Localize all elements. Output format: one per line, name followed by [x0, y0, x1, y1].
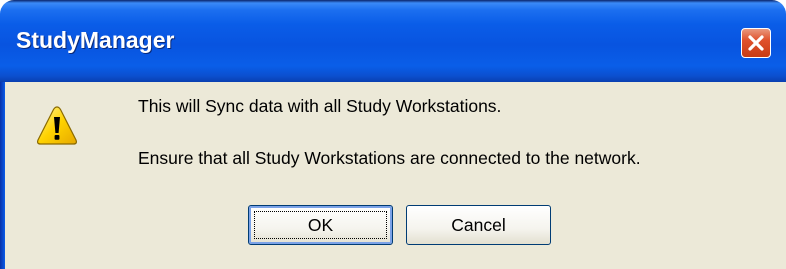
- message-dialog: StudyManager This will Sync data with al…: [0, 0, 786, 269]
- dialog-body: This will Sync data with all Study Works…: [5, 82, 786, 269]
- window-title: StudyManager: [16, 27, 175, 53]
- ok-button[interactable]: OK: [248, 205, 393, 245]
- warning-icon: [36, 106, 78, 145]
- close-button[interactable]: [741, 28, 771, 58]
- message-line-2: Ensure that all Study Workstations are c…: [138, 148, 641, 168]
- message-line-1: This will Sync data with all Study Works…: [138, 96, 502, 116]
- close-icon: [748, 35, 764, 51]
- ok-button-label: OK: [307, 215, 334, 235]
- title-bar[interactable]: StudyManager: [0, 0, 786, 82]
- cancel-button[interactable]: Cancel: [406, 205, 551, 245]
- cancel-button-label: Cancel: [451, 215, 506, 235]
